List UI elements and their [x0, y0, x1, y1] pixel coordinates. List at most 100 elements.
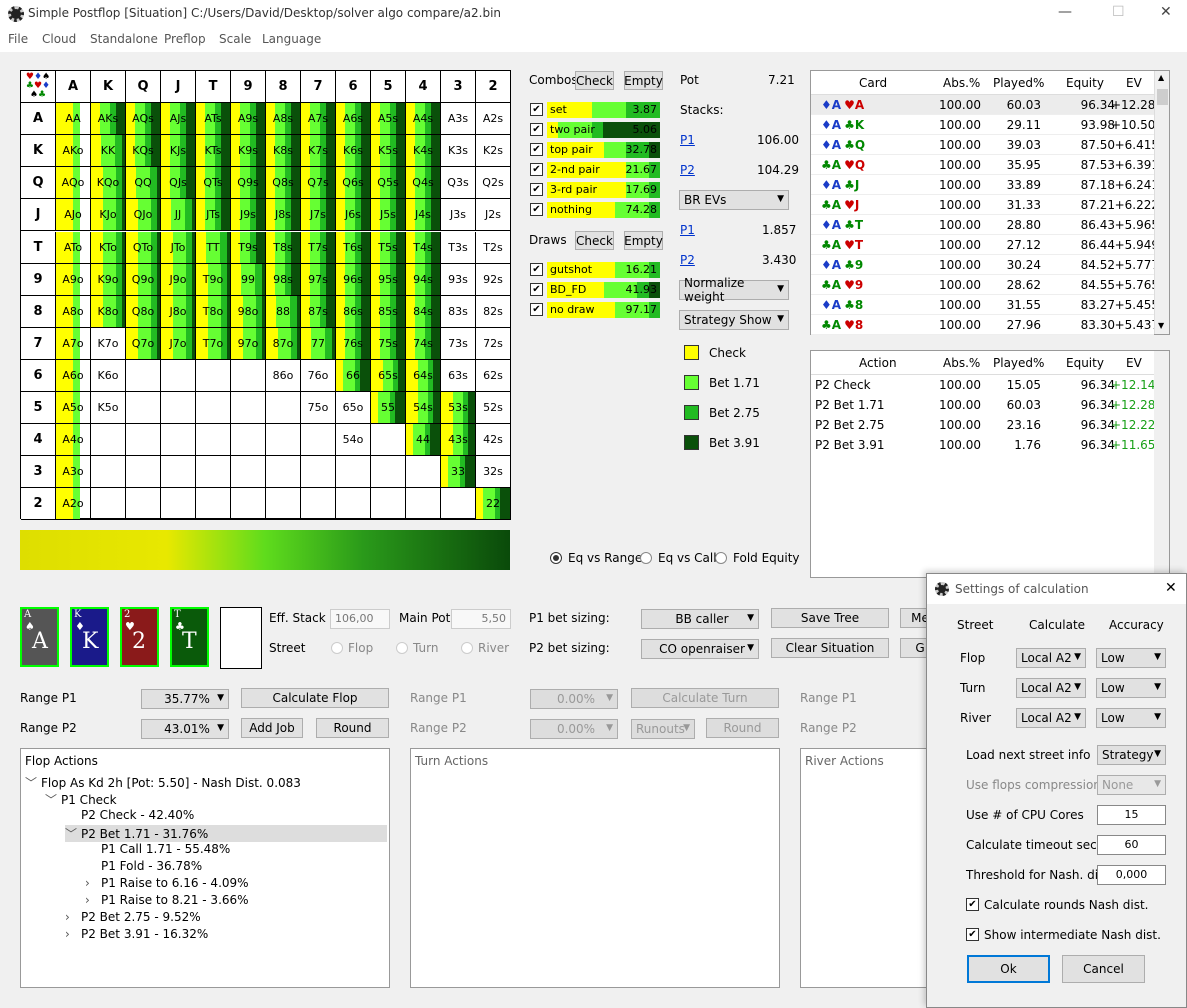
hand-cell[interactable]: T3s: [441, 231, 476, 264]
hand-cell[interactable]: A3o: [56, 456, 91, 489]
street-river-radio[interactable]: [461, 642, 473, 654]
hand-cell[interactable]: 97s: [301, 263, 336, 296]
board-card[interactable]: T ♣ T: [170, 607, 209, 667]
hand-cell[interactable]: A5o: [56, 392, 91, 425]
hand-cell[interactable]: 82s: [476, 295, 511, 328]
expand-arrow-icon[interactable]: ﹀: [65, 825, 81, 842]
river-card-slot[interactable]: [220, 607, 262, 669]
table-row[interactable]: P2 Bet 1.71 100.00 60.03 96.34 +12.283: [811, 395, 1163, 415]
hand-cell[interactable]: Q9s: [231, 167, 266, 200]
board-card[interactable]: A ♠ A: [20, 607, 59, 667]
menu-cloud[interactable]: Cloud: [42, 32, 76, 46]
calculate-select[interactable]: Local A2 ▼: [1016, 708, 1086, 728]
tree-node[interactable]: › P1 Raise to 8.21 - 3.66%: [85, 893, 249, 907]
hand-cell[interactable]: J9s: [231, 199, 266, 232]
hand-cell[interactable]: 63s: [441, 359, 476, 392]
hand-cell[interactable]: [231, 456, 266, 489]
draws-row[interactable]: ✔ gutshot 16.21: [530, 262, 660, 278]
hand-cell[interactable]: [301, 424, 336, 457]
table-row[interactable]: P2 Bet 2.75 100.00 23.16 96.34 +12.228: [811, 415, 1163, 435]
hand-cell[interactable]: K6o: [91, 359, 126, 392]
load-next-select[interactable]: Strategy ▼: [1097, 745, 1166, 765]
menu-scale[interactable]: Scale: [219, 32, 251, 46]
hand-cell[interactable]: KQo: [91, 167, 126, 200]
hand-cell[interactable]: [196, 392, 231, 425]
table-row[interactable]: ♦A ♣8 100.00 31.55 83.27 +5.455: [811, 295, 1159, 315]
hand-cell[interactable]: KJo: [91, 199, 126, 232]
hand-cell[interactable]: T9o: [196, 263, 231, 296]
hand-cell[interactable]: A6s: [336, 103, 371, 136]
hand-cell[interactable]: 97o: [231, 327, 266, 360]
hand-cell[interactable]: 93s: [441, 263, 476, 296]
expand-arrow-icon[interactable]: ﹀: [25, 774, 41, 791]
hand-cell[interactable]: [406, 488, 441, 521]
hand-cell[interactable]: [371, 424, 406, 457]
hand-cell[interactable]: [126, 424, 161, 457]
range-p2-select[interactable]: 43.01% ▼: [141, 719, 229, 739]
hand-cell[interactable]: T7o: [196, 327, 231, 360]
hand-cell[interactable]: 85s: [371, 295, 406, 328]
hand-cell[interactable]: J7o: [161, 327, 196, 360]
p1-stack-link[interactable]: P1: [680, 133, 695, 147]
hand-cell[interactable]: AA: [56, 103, 91, 136]
hand-cell[interactable]: [126, 456, 161, 489]
hand-cell[interactable]: QJs: [161, 167, 196, 200]
hand-cell[interactable]: [441, 488, 476, 521]
hand-cell[interactable]: Q7o: [126, 327, 161, 360]
add-job-button[interactable]: Add Job: [241, 718, 303, 738]
hand-cell[interactable]: 52s: [476, 392, 511, 425]
strategy-show-select[interactable]: Strategy Show ▼: [679, 310, 789, 330]
calculate-turn-button[interactable]: Calculate Turn: [631, 688, 779, 708]
street-flop-radio[interactable]: [331, 642, 343, 654]
hand-cell[interactable]: JTo: [161, 231, 196, 264]
menu-file[interactable]: File: [8, 32, 28, 46]
hand-cell[interactable]: K6s: [336, 135, 371, 168]
hand-cell[interactable]: [91, 488, 126, 521]
hand-cell[interactable]: 43s: [441, 424, 476, 457]
hand-cell[interactable]: K9o: [91, 263, 126, 296]
accuracy-select[interactable]: Low ▼: [1096, 708, 1166, 728]
hand-cell[interactable]: T7s: [301, 231, 336, 264]
hand-cell[interactable]: [196, 488, 231, 521]
board-card[interactable]: K ♦ K: [70, 607, 109, 667]
table-row[interactable]: ♣A ♥8 100.00 27.96 83.30 +5.437: [811, 315, 1159, 335]
hand-cell[interactable]: [91, 424, 126, 457]
round-button[interactable]: Round: [316, 718, 389, 738]
hand-cell[interactable]: A5s: [371, 103, 406, 136]
hand-cell[interactable]: 53s: [441, 392, 476, 425]
hand-cell[interactable]: [196, 424, 231, 457]
flops-compression-select[interactable]: None ▼: [1097, 775, 1166, 795]
turn-round-button[interactable]: Round: [706, 718, 779, 738]
hand-cell[interactable]: A8s: [266, 103, 301, 136]
hand-cell[interactable]: 96s: [336, 263, 371, 296]
hand-cell[interactable]: [266, 456, 301, 489]
maximize-button[interactable]: ☐: [1112, 4, 1125, 20]
hand-cell[interactable]: Q3s: [441, 167, 476, 200]
hand-cell[interactable]: T9s: [231, 231, 266, 264]
hand-cell[interactable]: 44: [406, 424, 441, 457]
p2-stack-link[interactable]: P2: [680, 163, 695, 177]
hand-cell[interactable]: K5s: [371, 135, 406, 168]
scroll-up-icon[interactable]: ▲: [1158, 73, 1164, 82]
hand-cell[interactable]: [161, 359, 196, 392]
checkbox[interactable]: ✔: [530, 103, 543, 116]
hand-cell[interactable]: J5s: [371, 199, 406, 232]
hand-cell[interactable]: J3s: [441, 199, 476, 232]
hand-cell[interactable]: T8o: [196, 295, 231, 328]
hand-cell[interactable]: T6s: [336, 231, 371, 264]
clear-situation-button[interactable]: Clear Situation: [771, 638, 889, 658]
accuracy-select[interactable]: Low ▼: [1096, 678, 1166, 698]
threshold-input[interactable]: 0,000: [1097, 865, 1166, 885]
hand-cell[interactable]: Q6s: [336, 167, 371, 200]
table-row[interactable]: ♦A ♣T 100.00 28.80 86.43 +5.965: [811, 215, 1159, 235]
hand-cell[interactable]: [126, 392, 161, 425]
hand-cell[interactable]: K2s: [476, 135, 511, 168]
checkbox[interactable]: ✔: [530, 143, 543, 156]
expand-arrow-icon[interactable]: ›: [65, 927, 81, 941]
hand-cell[interactable]: 22: [476, 488, 511, 521]
combos-row[interactable]: ✔ set 3.87: [530, 102, 660, 118]
expand-arrow-icon[interactable]: ›: [85, 893, 101, 907]
hand-cell[interactable]: 95s: [371, 263, 406, 296]
hand-cell[interactable]: AJo: [56, 199, 91, 232]
expand-arrow-icon[interactable]: ›: [85, 876, 101, 890]
